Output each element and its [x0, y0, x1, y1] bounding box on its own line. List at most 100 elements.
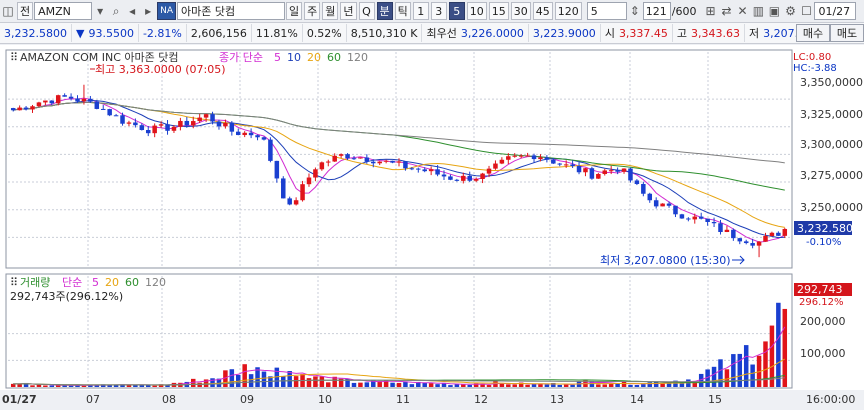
tools-icon[interactable]: ✕: [734, 2, 750, 20]
candle-body: [448, 176, 453, 180]
volume-bar: [525, 384, 530, 387]
period-button-7[interactable]: 1: [412, 2, 429, 20]
period-button-11[interactable]: 15: [488, 2, 509, 20]
count-total: /600: [671, 4, 697, 18]
candle-body: [326, 161, 331, 163]
volume-y-tick: 100,000: [800, 347, 846, 360]
chart-area[interactable]: ⠿ AMAZON COM INC 아마존 닷컴 종가 단순 5 10 20 60 120…: [0, 45, 864, 410]
window-menu-icon[interactable]: ◫: [0, 2, 16, 20]
candle-body: [403, 161, 408, 169]
period-button-8[interactable]: 3: [430, 2, 447, 20]
volume-bar: [486, 385, 492, 387]
sell-button[interactable]: 매도: [830, 24, 864, 42]
volume-bar: [390, 382, 395, 387]
volume-bar: [660, 383, 665, 387]
lc-label: LC:0.80: [793, 52, 831, 63]
count-field[interactable]: 121: [642, 2, 671, 20]
candle-body: [345, 154, 350, 159]
candle-body: [274, 160, 280, 179]
candle-body: [563, 164, 569, 166]
period-button-5[interactable]: 분: [376, 2, 393, 20]
volume-bar: [506, 384, 511, 387]
dropdown-icon[interactable]: ▾: [92, 2, 108, 20]
bars-icon[interactable]: ▥: [750, 2, 766, 20]
period-button-6[interactable]: 틱: [394, 2, 411, 20]
mode-button[interactable]: 전: [17, 2, 34, 20]
candle-body: [287, 198, 292, 205]
candle-body: [94, 101, 100, 109]
candle-body: [145, 129, 151, 134]
ma-legend-item: 10: [287, 51, 301, 64]
candle-body: [750, 243, 755, 246]
candle-body: [454, 179, 460, 181]
volume-bar: [242, 364, 247, 387]
grid-icon[interactable]: ⊞: [702, 2, 718, 20]
candle-body: [113, 115, 119, 117]
candle-body: [390, 160, 395, 163]
volume-bar: [306, 378, 312, 387]
period-button-3[interactable]: 년: [340, 2, 357, 20]
candle-body: [776, 232, 781, 236]
stock-name-field: 아마존 닷컴: [177, 2, 286, 20]
candle-body: [673, 205, 678, 215]
candle-body: [55, 95, 61, 104]
period-button-13[interactable]: 45: [532, 2, 553, 20]
change-value: 93.5500: [84, 24, 139, 42]
volume-bar: [351, 382, 357, 387]
candle-body: [473, 179, 479, 181]
candle-body: [75, 98, 80, 102]
x-tick: 07: [86, 393, 100, 406]
x-tick: 13: [550, 393, 564, 406]
period-value-field[interactable]: 5: [586, 2, 627, 20]
date-field[interactable]: 01/27: [814, 2, 857, 20]
period-button-9[interactable]: 5: [448, 2, 465, 20]
x-tick: 11: [396, 393, 410, 406]
period-button-2[interactable]: 월: [322, 2, 339, 20]
period-button-10[interactable]: 10: [466, 2, 487, 20]
volume-bar: [287, 371, 292, 387]
candle-body: [300, 184, 305, 201]
candle-body: [338, 154, 344, 156]
volume-settings-icon[interactable]: ⠿: [10, 276, 18, 289]
volume-bar: [750, 364, 755, 387]
volume-bar: [538, 384, 543, 387]
symbol-input[interactable]: AMZN: [34, 2, 93, 20]
x-tick: 08: [162, 393, 176, 406]
panel-settings-icon[interactable]: ⠿: [10, 51, 18, 64]
volume-bar: [229, 369, 235, 387]
volume-bar: [36, 384, 42, 387]
candle-body: [602, 170, 608, 175]
volume-bar: [615, 383, 620, 387]
stepper-icon[interactable]: ⇕: [627, 2, 643, 20]
period-button-12[interactable]: 30: [510, 2, 531, 20]
candle-body: [409, 168, 415, 170]
period-button-4[interactable]: Q: [358, 2, 375, 20]
volume-panel[interactable]: [5, 273, 793, 389]
ma-label: 종가 단순: [219, 51, 263, 64]
sound-icon[interactable]: ◂: [124, 2, 140, 20]
candle-body: [255, 135, 260, 138]
arrow-icon[interactable]: ▸: [140, 2, 156, 20]
candle-body: [268, 139, 273, 161]
volume-bar: [152, 385, 157, 387]
compare-icon[interactable]: ⇄: [718, 2, 734, 20]
period-button-0[interactable]: 일: [286, 2, 303, 20]
volume-bar: [17, 383, 22, 387]
gear-icon[interactable]: ⚙: [782, 2, 798, 20]
volume-ma-label: 단순: [62, 276, 82, 289]
current-pct-label: -0.10%: [806, 237, 841, 248]
candle-body: [467, 175, 472, 181]
period-button-1[interactable]: 주: [304, 2, 321, 20]
checkbox-icon[interactable]: ☐: [798, 2, 814, 20]
candle-body: [23, 107, 29, 110]
volume-bar: [319, 376, 325, 387]
candle-body: [313, 169, 318, 178]
candle-body: [692, 216, 698, 220]
volume-bar: [718, 359, 723, 387]
period-button-14[interactable]: 120: [554, 2, 582, 20]
buy-button[interactable]: 매수: [796, 24, 830, 42]
save-icon[interactable]: ▣: [766, 2, 782, 20]
search-icon[interactable]: ⌕: [108, 2, 124, 20]
candle-body: [499, 159, 505, 164]
candle-body: [660, 203, 665, 207]
